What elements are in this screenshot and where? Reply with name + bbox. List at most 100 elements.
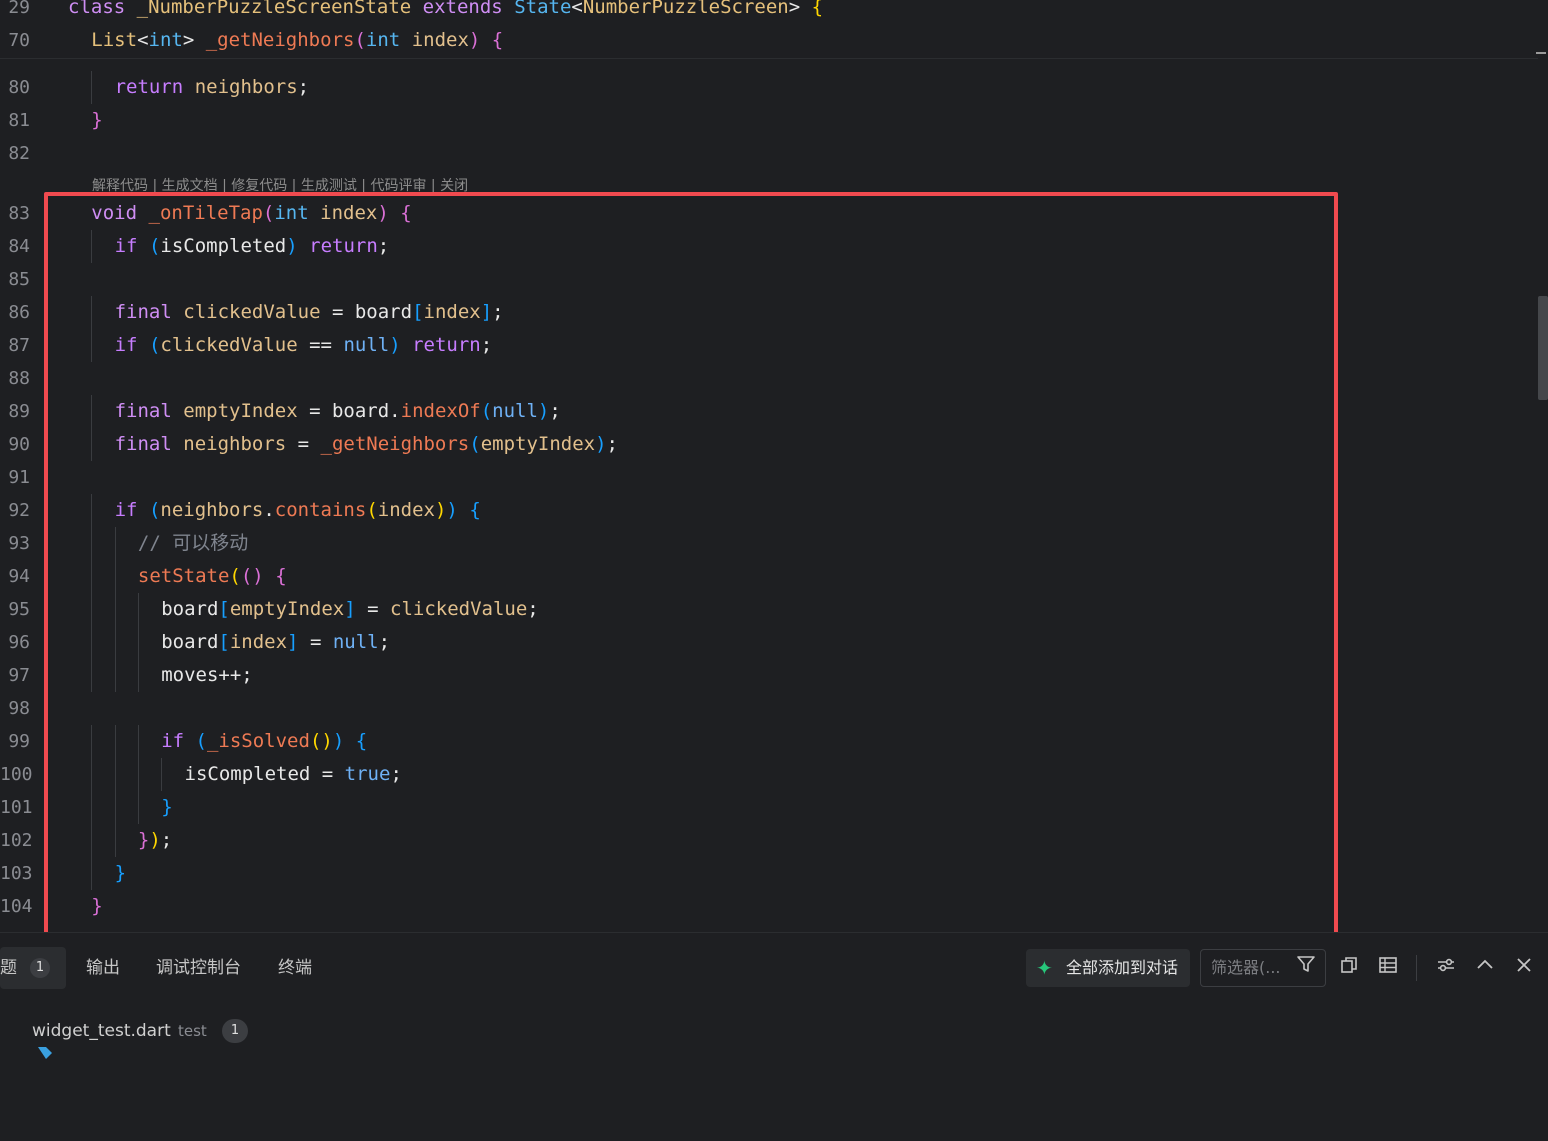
indent-guide (91, 71, 93, 104)
problems-count-badge: 1 (30, 958, 50, 978)
code-line[interactable]: 91 (0, 461, 1530, 494)
code-token: _getNeighbors (320, 433, 470, 455)
code-line[interactable]: 86 final clickedValue = board[index]; (0, 296, 1530, 329)
code-text[interactable]: if (_isSolved()) { (161, 725, 367, 758)
code-line[interactable]: 99 if (_isSolved()) { (0, 725, 1530, 758)
code-line[interactable]: 81} (0, 104, 1530, 137)
code-line[interactable]: 80 return neighbors; (0, 71, 1530, 104)
code-line[interactable]: 89 final emptyIndex = board.indexOf(null)… (0, 395, 1530, 428)
code-text[interactable]: class _NumberPuzzleScreenState extends S… (68, 0, 823, 24)
code-text[interactable]: // 可以移动 (138, 527, 248, 560)
problem-file-count-badge: 1 (222, 1019, 248, 1043)
code-line[interactable]: 103} (0, 857, 1530, 890)
code-text[interactable]: } (91, 890, 102, 923)
code-line[interactable]: 92 if (neighbors.contains(index)) { (0, 494, 1530, 527)
indent-guide (137, 626, 139, 659)
line-number: 94 (8, 566, 30, 587)
code-token: final (114, 433, 172, 455)
table-view-icon[interactable] (1375, 953, 1401, 983)
code-text[interactable]: setState(() { (138, 560, 287, 593)
code-token: ) (434, 499, 447, 521)
code-line[interactable]: 101} (0, 791, 1530, 824)
code-text[interactable]: if (neighbors.contains(index)) { (115, 494, 481, 527)
code-text[interactable]: moves++; (161, 659, 253, 692)
code-text[interactable]: } (115, 857, 126, 890)
code-token: int (274, 202, 309, 224)
code-token: class (68, 0, 126, 18)
code-text[interactable]: board[index] = null; (161, 626, 390, 659)
code-text[interactable]: List<int> _getNeighbors(int index) { (91, 24, 503, 57)
code-token: = (320, 301, 355, 323)
code-token: ) (377, 202, 389, 224)
code-text[interactable]: }); (138, 824, 172, 857)
indent-guide (161, 758, 163, 791)
filter-icon[interactable] (1293, 952, 1319, 982)
code-text[interactable]: final emptyIndex = board.indexOf(null); (115, 395, 561, 428)
tab-debug-console[interactable]: 调试控制台 (156, 953, 241, 983)
code-line[interactable]: 102}); (0, 824, 1530, 857)
code-line[interactable]: 85 (0, 263, 1530, 296)
code-line[interactable]: 97 moves++; (0, 659, 1530, 692)
code-editor[interactable]: 29 class _NumberPuzzleScreenState extends… (0, 0, 1548, 932)
code-text[interactable]: if (isCompleted) return; (115, 230, 390, 263)
code-token: ( (480, 400, 493, 422)
code-line[interactable]: 87 if (clickedValue == null) return; (0, 329, 1530, 362)
code-line[interactable]: 88 (0, 362, 1530, 395)
code-line[interactable]: 90 final neighbors = _getNeighbors(emptyI… (0, 428, 1530, 461)
code-line[interactable]: 95 board[emptyIndex] = clickedValue; (0, 593, 1530, 626)
chevron-up-icon[interactable] (1472, 953, 1498, 983)
code-token: index (229, 631, 288, 653)
code-line[interactable]: 100 isCompleted = true; (0, 758, 1530, 791)
code-token: = (355, 598, 391, 620)
indent-guide (137, 659, 139, 692)
code-token: ) (149, 829, 161, 851)
add-all-to-chat-button[interactable]: ✦ 全部添加到对话 (1026, 949, 1190, 987)
code-token: . (389, 400, 401, 422)
code-line[interactable]: 96 board[index] = null; (0, 626, 1530, 659)
filter-input[interactable]: 筛选器(... (1200, 949, 1326, 987)
indent-guide (114, 626, 116, 659)
code-text[interactable]: void _onTileTap(int index) { (91, 197, 411, 230)
code-text[interactable]: final clickedValue = board[index]; (115, 296, 504, 329)
code-text[interactable]: board[emptyIndex] = clickedValue; (161, 593, 539, 626)
problem-file-row[interactable]: widget_test.dart test 1 (0, 1019, 248, 1059)
code-line[interactable]: 104} (0, 890, 1530, 923)
code-line[interactable]: 94 setState(() { (0, 560, 1530, 593)
code-line[interactable]: 84 if (isCompleted) return; (0, 230, 1530, 263)
code-text[interactable]: final neighbors = _getNeighbors(emptyInd… (115, 428, 618, 461)
code-line[interactable]: 98 (0, 692, 1530, 725)
codelens-actions[interactable]: 解释代码 | 生成文档 | 修复代码 | 生成测试 | 代码评审 | 关闭 (92, 175, 468, 195)
code-token: index (377, 499, 435, 521)
code-token: ; (527, 598, 539, 620)
code-token: index (320, 202, 378, 224)
code-token: < (137, 29, 149, 51)
code-token: ) (332, 730, 345, 752)
copy-icon[interactable] (1336, 953, 1362, 983)
indent-guide (114, 791, 116, 824)
code-line[interactable]: 82 (0, 137, 1530, 170)
tab-output[interactable]: 输出 (86, 953, 120, 983)
code-token: { (355, 730, 368, 752)
code-line[interactable]: 93 // 可以移动 (0, 527, 1530, 560)
code-text[interactable]: isCompleted = true; (185, 758, 402, 791)
code-token: } (137, 829, 150, 851)
tab-problems[interactable]: 问题 1 (0, 947, 66, 989)
close-icon[interactable] (1511, 953, 1537, 983)
code-token: [ (412, 301, 424, 323)
code-line[interactable]: 70 List<int> _getNeighbors(int index) { (0, 24, 1530, 57)
tab-terminal[interactable]: 终端 (278, 953, 312, 983)
line-number: 82 (8, 143, 30, 164)
code-line[interactable]: 83 void _onTileTap(int index) { (0, 197, 1530, 230)
code-text[interactable]: } (91, 104, 102, 137)
line-number: 103 (0, 863, 33, 884)
code-text[interactable]: return neighbors; (115, 71, 310, 104)
settings-sliders-icon[interactable] (1433, 953, 1459, 983)
code-text[interactable]: } (161, 791, 172, 824)
vertical-scrollbar[interactable] (1538, 296, 1548, 400)
code-line[interactable]: 29 class _NumberPuzzleScreenState extends… (0, 0, 1530, 24)
code-token: neighbors (194, 76, 298, 98)
code-token: return (412, 334, 481, 356)
sticky-scroll-header[interactable]: 29 class _NumberPuzzleScreenState extends… (0, 0, 1538, 59)
code-text[interactable]: if (clickedValue == null) return; (115, 329, 493, 362)
